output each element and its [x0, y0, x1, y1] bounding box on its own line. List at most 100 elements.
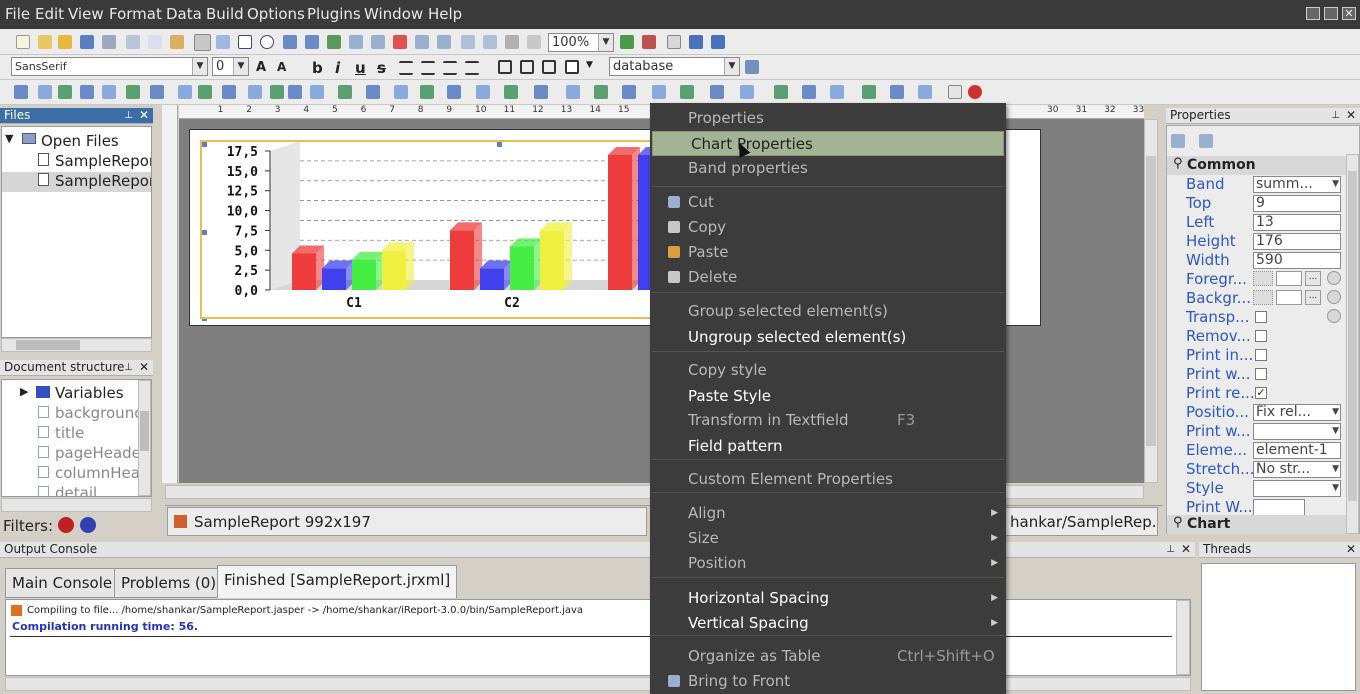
- align-tool-icon[interactable]: [802, 85, 816, 99]
- close-icon[interactable]: ✕: [1346, 542, 1356, 557]
- dropdown-icon[interactable]: ▼: [1332, 177, 1339, 192]
- color-swatch[interactable]: [1253, 271, 1273, 286]
- pin-icon[interactable]: ⊥: [124, 108, 133, 123]
- menu-item-group-selected-element-s[interactable]: Group selected element(s): [650, 299, 1006, 324]
- menu-item-ungroup-selected-element-s[interactable]: Ungroup selected element(s): [650, 325, 1006, 350]
- menu-view[interactable]: View: [68, 5, 104, 23]
- property-value-field[interactable]: 176: [1253, 233, 1341, 250]
- align-tool-icon[interactable]: [566, 85, 580, 99]
- color-value[interactable]: [1276, 290, 1302, 305]
- align-tool-icon[interactable]: [38, 85, 52, 99]
- align-tool-icon[interactable]: [58, 85, 72, 99]
- align-center-icon[interactable]: [421, 61, 435, 75]
- collapse-icon[interactable]: ▼: [5, 132, 13, 145]
- align-tool-icon[interactable]: [504, 85, 518, 99]
- wizard-icon[interactable]: [38, 35, 52, 49]
- bold-icon[interactable]: b: [312, 59, 326, 77]
- menu-item-horizontal-spacing[interactable]: Horizontal Spacing ▶: [650, 586, 1006, 611]
- group-icon[interactable]: [483, 35, 497, 49]
- tab-finished[interactable]: Finished [SampleReport.jrxml]: [217, 565, 458, 598]
- expand-icon[interactable]: ▶: [20, 385, 28, 398]
- color-value[interactable]: [1276, 271, 1302, 286]
- tree-icon[interactable]: [505, 35, 519, 49]
- new-icon[interactable]: [16, 35, 30, 49]
- properties-icon[interactable]: [948, 85, 962, 99]
- align-tool-icon[interactable]: [80, 85, 94, 99]
- align-tool-icon[interactable]: [622, 85, 636, 99]
- menu-plugins[interactable]: Plugins: [307, 5, 361, 23]
- save-all-icon[interactable]: [102, 35, 116, 49]
- reset-icon[interactable]: [1327, 309, 1341, 323]
- align-tool-icon[interactable]: [366, 85, 380, 99]
- open-icon[interactable]: [58, 35, 72, 49]
- property-value-field[interactable]: 13: [1253, 214, 1341, 231]
- zoom-out-icon[interactable]: [642, 35, 656, 49]
- align-tool-icon[interactable]: [890, 85, 904, 99]
- open-files-node[interactable]: Open Files: [41, 132, 119, 150]
- property-checkbox[interactable]: [1255, 311, 1267, 323]
- menu-edit[interactable]: Edit: [35, 5, 64, 23]
- menu-window[interactable]: Window: [364, 5, 423, 23]
- align-tool-icon[interactable]: [918, 85, 932, 99]
- report-tab[interactable]: SampleReport 992x197 [/home/shankar/Samp…: [167, 507, 647, 559]
- align-tool-icon[interactable]: [534, 85, 548, 99]
- pin-icon[interactable]: ⊥: [124, 360, 133, 375]
- align-right-icon[interactable]: [443, 61, 457, 75]
- align-tool-icon[interactable]: [102, 85, 116, 99]
- rectangle-icon[interactable]: [238, 35, 252, 49]
- dropdown-icon[interactable]: ▼: [1332, 424, 1339, 439]
- property-value-field[interactable]: [1253, 499, 1305, 516]
- chart-icon[interactable]: [393, 35, 407, 49]
- menu-item-copy[interactable]: Copy: [650, 215, 1006, 240]
- menu-item-size[interactable]: Size ▶: [650, 526, 1006, 551]
- pin-icon[interactable]: ⊥: [1331, 108, 1340, 123]
- menu-item-align[interactable]: Align ▶: [650, 501, 1006, 526]
- menu-item-band-properties[interactable]: Band properties: [650, 156, 1006, 181]
- menu-item-custom-element-properties[interactable]: Custom Element Properties: [650, 467, 1006, 492]
- dropdown-icon[interactable]: ▼: [1332, 462, 1339, 477]
- property-value-field[interactable]: 9: [1253, 195, 1341, 212]
- menu-item-paste[interactable]: Paste: [650, 240, 1006, 265]
- tab-main-console[interactable]: Main Console: [5, 568, 120, 598]
- font-family-select[interactable]: SansSerif ▼: [11, 57, 208, 76]
- menu-item-field-pattern[interactable]: Field pattern: [650, 434, 1006, 459]
- frame-icon[interactable]: [349, 35, 363, 49]
- property-value-field[interactable]: 590: [1253, 252, 1341, 269]
- align-tool-icon[interactable]: [178, 85, 192, 99]
- align-tool-icon[interactable]: [288, 85, 302, 99]
- restore-window-button[interactable]: [1324, 7, 1338, 20]
- property-checkbox[interactable]: [1255, 349, 1267, 361]
- browse-button[interactable]: ...: [1305, 290, 1321, 305]
- files-hscrollbar[interactable]: [1, 338, 152, 352]
- sorted-icon[interactable]: [1199, 134, 1213, 148]
- property-value-field[interactable]: summ... ▼: [1253, 176, 1341, 193]
- canvas-vscrollbar[interactable]: [1144, 119, 1158, 483]
- minimize-window-button[interactable]: [1306, 7, 1320, 20]
- align-left-icon[interactable]: [399, 61, 413, 75]
- doc-vscrollbar[interactable]: [138, 380, 151, 496]
- underline-icon[interactable]: u: [355, 59, 369, 77]
- align-tool-icon[interactable]: [270, 85, 284, 99]
- align-tool-icon[interactable]: [830, 85, 844, 99]
- property-value-field[interactable]: ▼: [1253, 423, 1341, 440]
- doc-hscrollbar[interactable]: [1, 498, 152, 512]
- pin-icon[interactable]: ⊥: [1166, 542, 1175, 557]
- tab-problems[interactable]: Problems (0): [114, 568, 224, 598]
- band-node[interactable]: background: [55, 404, 144, 422]
- copy-icon[interactable]: [148, 35, 162, 49]
- cut-icon[interactable]: [126, 35, 140, 49]
- variables-node[interactable]: Variables: [55, 384, 124, 402]
- align-tool-icon[interactable]: [447, 85, 461, 99]
- align-tool-icon[interactable]: [126, 85, 140, 99]
- zoom-select[interactable]: 100% ▼: [548, 33, 614, 52]
- property-value-field[interactable]: No str... ▼: [1253, 461, 1341, 478]
- align-tool-icon[interactable]: [222, 85, 236, 99]
- menu-item-cut[interactable]: Cut: [650, 190, 1006, 215]
- align-tool-icon[interactable]: [150, 85, 164, 99]
- close-icon[interactable]: ✕: [139, 108, 149, 123]
- align-tool-icon[interactable]: [14, 85, 28, 99]
- property-checkbox[interactable]: [1255, 368, 1267, 380]
- menu-data[interactable]: Data: [166, 5, 202, 23]
- reset-icon[interactable]: [1327, 290, 1341, 304]
- properties-vscrollbar[interactable]: [1346, 154, 1359, 534]
